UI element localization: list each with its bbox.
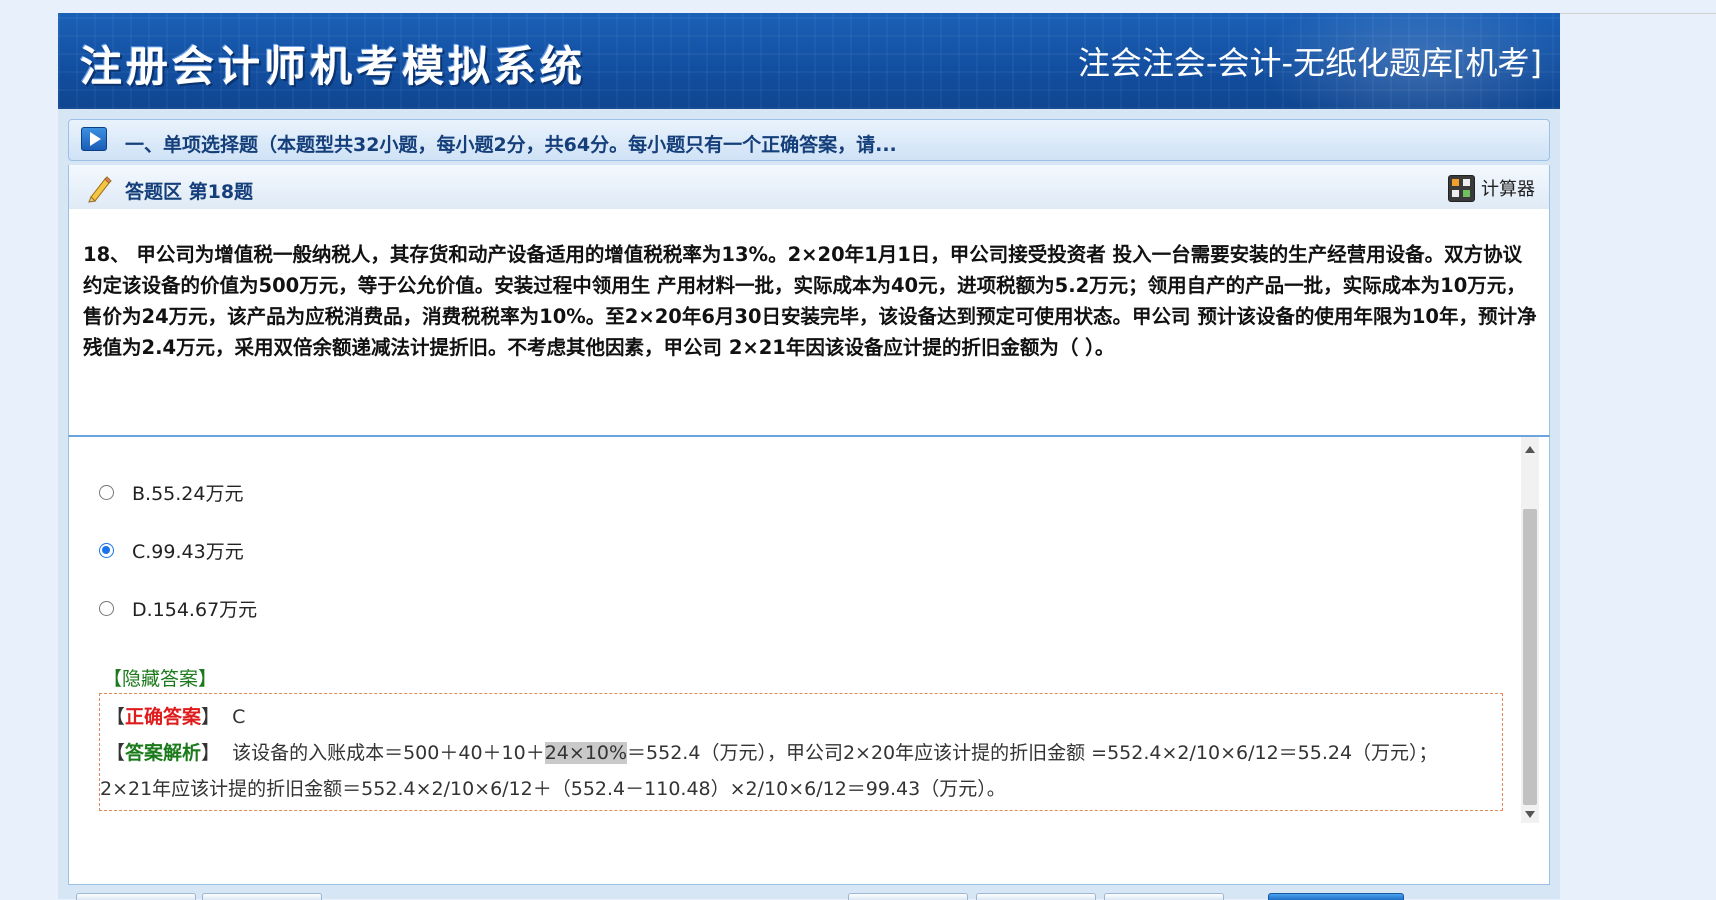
analysis-highlight: 24×10% bbox=[544, 742, 628, 764]
exam-app: 注册会计师机考模拟系统 注会注会-会计-无纸化题库[机考] 一、单项选择题（本题… bbox=[58, 13, 1560, 900]
option-d-label[interactable]: D.154.67万元 bbox=[132, 595, 257, 622]
option-b-label[interactable]: B.55.24万元 bbox=[132, 479, 243, 506]
answer-area-title: 答题区 第18题 bbox=[125, 181, 254, 203]
analysis-line: 【答案解析】 该设备的入账成本＝500＋40＋10＋24×10%＝552.4（万… bbox=[106, 742, 1438, 764]
calculator-icon[interactable] bbox=[1448, 174, 1475, 202]
correct-answer-line: 【正确答案】 C bbox=[106, 706, 246, 728]
calculator-button[interactable]: 计算器 bbox=[1448, 174, 1535, 202]
page-top-line bbox=[1560, 13, 1716, 14]
option-d[interactable]: D.154.67万元 bbox=[99, 595, 257, 622]
system-title: 注册会计师机考模拟系统 bbox=[80, 42, 587, 91]
correct-answer-label: 正确答案 bbox=[125, 706, 202, 728]
options-scrollbar[interactable] bbox=[1521, 437, 1539, 823]
answer-panel: 【正确答案】 C 【答案解析】 该设备的入账成本＝500＋40＋10＋24×10… bbox=[99, 693, 1503, 811]
answer-area-header: 答题区 第18题 计算器 bbox=[68, 165, 1550, 209]
option-c-label[interactable]: C.99.43万元 bbox=[132, 537, 244, 564]
analysis-label: 答案解析 bbox=[125, 742, 202, 764]
section-title: 一、单项选择题（本题型共32小题，每小题2分，共64分。每小题只有一个正确答案，… bbox=[125, 134, 897, 156]
play-icon[interactable] bbox=[81, 127, 107, 151]
hide-answer-link[interactable]: 【隐藏答案】 bbox=[103, 664, 217, 691]
option-d-radio[interactable] bbox=[99, 601, 114, 616]
analysis-text-part2: ＝552.4（万元），甲公司2×20年应该计提的折旧金额 =552.4×2/10… bbox=[627, 742, 1438, 764]
scroll-up-arrow-icon[interactable] bbox=[1521, 441, 1539, 459]
correct-answer-value: C bbox=[232, 706, 246, 728]
analysis-text-part1: 该设备的入账成本＝500＋40＋10＋ bbox=[232, 742, 545, 764]
question-box: 18、 甲公司为增值税一般纳税人，其存货和动产设备适用的增值税税率为13%。2×… bbox=[68, 209, 1550, 437]
option-b-radio[interactable] bbox=[99, 485, 114, 500]
pencil-icon bbox=[88, 176, 112, 203]
scrollbar-thumb[interactable] bbox=[1523, 509, 1537, 805]
scroll-down-arrow-icon[interactable] bbox=[1521, 805, 1539, 823]
option-c-radio[interactable] bbox=[99, 543, 114, 558]
section-bar[interactable]: 一、单项选择题（本题型共32小题，每小题2分，共64分。每小题只有一个正确答案，… bbox=[68, 119, 1550, 161]
bank-title: 注会注会-会计-无纸化题库[机考] bbox=[1077, 44, 1542, 82]
analysis-line-2: 2×21年应该计提的折旧金额＝552.4×2/10×6/12＋（552.4－11… bbox=[100, 778, 1006, 800]
calculator-label[interactable]: 计算器 bbox=[1481, 175, 1535, 201]
option-c[interactable]: C.99.43万元 bbox=[99, 537, 244, 564]
option-b[interactable]: B.55.24万元 bbox=[99, 479, 243, 506]
options-panel: B.55.24万元 C.99.43万元 D.154.67万元 【隐藏答案】 【正… bbox=[68, 437, 1550, 885]
question-text: 18、 甲公司为增值税一般纳税人，其存货和动产设备适用的增值税税率为13%。2×… bbox=[83, 243, 1537, 359]
header-banner: 注册会计师机考模拟系统 注会注会-会计-无纸化题库[机考] bbox=[58, 13, 1560, 109]
